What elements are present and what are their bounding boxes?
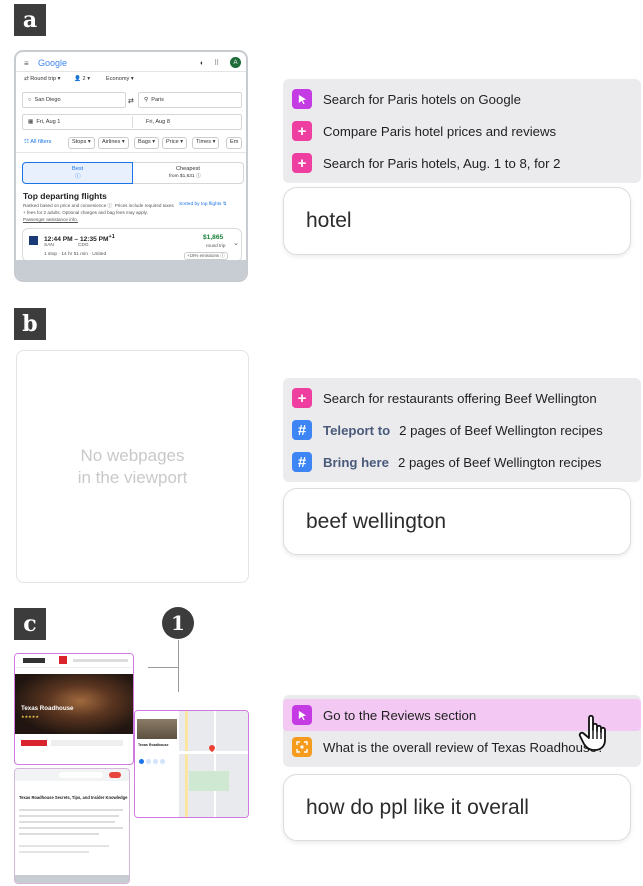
suggestion-item[interactable]: + Search for restaurants offering Beef W… [283,382,641,414]
menu-icon: ≡ [24,59,29,68]
flight-trip: round trip [206,243,226,248]
signin-button [109,772,121,778]
hand-cursor-icon [578,713,614,753]
sort-link: Sorted by top flights ⇅ [179,202,227,207]
connector-line [148,667,178,668]
depart-date: ▦ Fri, Aug 1 [28,119,61,125]
expand-icon: ⌄ [233,240,239,247]
site-nav [73,659,128,662]
plus-icon: + [292,153,312,173]
date-divider [132,116,133,128]
panel-label-b: b [14,308,46,340]
step-badge: 1 [162,607,194,639]
flight-to: CDG [78,243,89,248]
hash-icon: # [292,420,312,440]
passengers-select: 👤 2 ▾ [74,76,91,82]
map-canvas [179,711,248,817]
cheapest-sub: from $1,631 ⓘ [169,174,201,179]
suggestion-item[interactable]: # Bring here 2 pages of Beef Wellington … [283,446,641,478]
scrollbar-area [16,260,246,280]
scrollbar-area [15,875,129,883]
hero-title: Texas Roadhouse [21,705,74,712]
flight-from: SAN [44,243,54,248]
results-heading: Top departing flights [23,191,107,201]
trip-type-select: ⇄ Round trip ▾ [24,76,61,82]
filter-times: Times ▾ [192,137,220,149]
fees-line: + fees for 2 adults. Optional charges an… [23,210,148,215]
flight-stops: 1 stop · 14 hr 51 min · United [44,252,107,257]
cabin-select: Economy ▾ [106,76,134,82]
origin-value: ○ San Diego [28,97,61,103]
hash-icon: # [292,452,312,472]
restaurant-page-thumbnail[interactable]: Texas Roadhouse ★★★★★ [14,653,134,765]
google-logo: Google [38,58,68,68]
suggestion-list-a: Search for Paris hotels on Google + Comp… [283,79,641,183]
order-button [21,740,47,746]
suggestion-item[interactable]: + Compare Paris hotel prices and reviews [283,115,641,147]
destination-value: ⚲ Paris [144,97,164,103]
suggestion-list-b: + Search for restaurants offering Beef W… [283,378,641,482]
place-title: Texas Roadhouse [138,743,169,747]
site-nav-button [23,658,45,663]
apps-icon: ⠿ [214,60,220,67]
google-flights-screenshot: ≡ Google ◐ ⠿ A ⇄ Round trip ▾ 👤 2 ▾ Econ… [14,50,248,282]
panel-label-a: a [14,4,46,36]
map-thumbnail[interactable]: Texas Roadhouse [134,710,249,818]
flight-price: $1,865 [203,234,224,241]
airline-logo [29,236,38,245]
article-title: Texas Roadhouse Secrets, Tips, and Insid… [19,795,128,800]
rating-stars: ★★★★★ [21,714,39,719]
suggestion-item[interactable]: # Teleport to 2 pages of Beef Wellington… [283,414,641,446]
filter-bags: Bags ▾ [134,137,160,149]
query-input-b[interactable]: beef wellington [283,488,631,555]
query-input-a[interactable]: hotel [283,187,631,255]
filter-price: Price ▾ [162,137,188,149]
cursor-icon [292,705,312,725]
ranked-text: Ranked based on price and convenience ⓘ … [23,203,174,208]
suggestion-item[interactable]: + Search for Paris hotels, Aug. 1 to 8, … [283,147,641,179]
search-field [59,772,103,778]
query-input-c[interactable]: how do ppl like it overall [283,774,631,841]
hero-image [15,674,133,734]
cursor-icon [292,89,312,109]
site-logo [59,656,67,664]
panel-label-c: c [14,608,46,640]
tab-best-label: Best [72,166,84,172]
swap-icon: ⇄ [128,98,134,105]
filter-stops: Stops ▾ [68,137,95,149]
avatar: A [230,57,241,68]
action-buttons [51,740,123,746]
filter-em: Em [226,137,243,149]
divider [16,71,246,72]
plus-icon: + [292,121,312,141]
suggestion-item[interactable]: Search for Paris hotels on Google [283,83,641,115]
return-date: Fri, Aug 8 [146,119,170,125]
empty-line-2: in the viewport [77,467,188,487]
info-icon: ⓘ [75,174,81,180]
search-result-thumbnail[interactable]: Texas Roadhouse Secrets, Tips, and Insid… [14,768,130,884]
place-actions [139,759,173,764]
empty-line-1: No webpages [80,445,185,465]
place-photo [137,719,177,739]
scan-icon [292,737,312,757]
theme-icon: ◐ [200,60,205,67]
empty-viewport: No webpages in the viewport [16,350,249,583]
filter-airlines: Airlines ▾ [98,137,129,149]
connector-line [178,640,179,692]
divider [16,152,246,153]
filter-all: ☷ All filters [24,139,52,145]
plus-icon: + [292,388,312,408]
assistance-link: Passenger assistance info. [23,217,78,222]
tab-cheapest-label: Cheapest [176,166,200,172]
